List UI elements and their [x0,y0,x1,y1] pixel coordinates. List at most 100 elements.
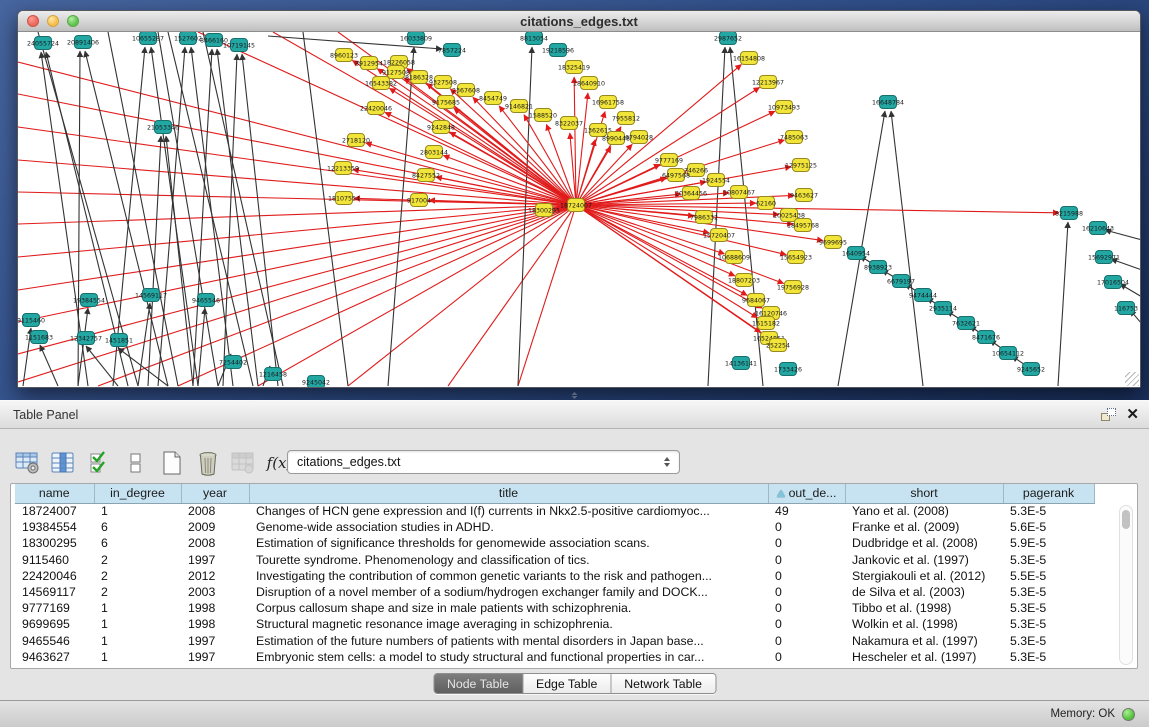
graph-node[interactable]: 12213967 [752,76,784,89]
graph-node[interactable]: 14569117 [135,289,167,302]
graph-node[interactable]: 15692971 [1088,251,1120,264]
graph-node[interactable]: 16210643 [1082,222,1114,235]
table-row[interactable]: 946554611997Estimation of the future num… [15,633,1094,649]
graph-node[interactable]: 9699695 [819,236,847,249]
graph-node[interactable]: 8938923 [864,261,892,274]
table-row[interactable]: 911546021997Tourette syndrome. Phenomeno… [15,552,1094,568]
graph-node[interactable]: 1527602 [174,32,202,45]
close-panel-icon[interactable]: ✕ [1126,407,1139,422]
graph-node[interactable]: 7857224 [438,44,466,57]
graph-node[interactable]: 22420046 [360,102,392,115]
graph-node[interactable]: 1640954 [842,247,870,260]
network-file-select[interactable]: citations_edges.txt [287,450,680,474]
table-row[interactable]: 1872400712008Changes of HCN gene express… [15,503,1094,519]
table-settings-icon[interactable] [14,450,41,477]
column-header-pagerank[interactable]: pagerank [1003,484,1094,503]
graph-node[interactable]: 15654923 [780,251,812,264]
graph-node[interactable]: 9146821 [505,100,533,113]
graph-node[interactable]: 1588520 [529,109,557,122]
column-header-name[interactable]: name [15,484,94,503]
graph-node[interactable]: 12213359 [327,162,359,175]
graph-node[interactable]: 18640910 [573,77,605,90]
row-height-icon[interactable] [122,450,149,477]
graph-node[interactable]: 7955812 [612,112,640,125]
table-row[interactable]: 969969511998Structural magnetic resonanc… [15,616,1094,632]
graph-node[interactable]: 8960123 [330,49,358,62]
panel-splitter-handle[interactable] [570,392,579,400]
graph-node[interactable]: 252254 [766,339,790,352]
graph-node[interactable]: 7485063 [780,131,808,144]
graph-node[interactable]: 8454749 [479,92,507,105]
graph-node[interactable]: 18107554 [328,192,360,205]
graph-node[interactable]: 1733426 [774,363,802,376]
graph-node[interactable]: 62160 [756,197,776,210]
table-row[interactable]: 1830029562008Estimation of significance … [15,535,1094,551]
window-titlebar[interactable]: citations_edges.txt [18,11,1140,32]
graph-node[interactable]: 1924554 [702,174,730,187]
new-table-icon[interactable] [158,450,185,477]
table-header-row[interactable]: namein_degreeyeartitleout_de...shortpage… [15,484,1094,503]
graph-node[interactable]: 8471676 [972,331,1000,344]
tab-node-table[interactable]: Node Table [434,674,523,693]
graph-node[interactable]: 8813054 [520,32,548,45]
graph-node[interactable]: 16033809 [400,32,432,45]
column-header-year[interactable]: year [181,484,249,503]
table-row[interactable]: 946362711997Embryonic stem cells: a mode… [15,649,1094,665]
graph-node[interactable]: 917004 [407,194,431,207]
float-panel-icon[interactable] [1101,408,1116,421]
graph-node[interactable]: 10688609 [718,251,750,264]
graph-node[interactable]: 116753 [1114,302,1138,315]
graph-node[interactable]: 16154808 [733,52,765,65]
graph-node[interactable]: 20891406 [67,36,99,49]
column-header-out_de[interactable]: out_de... [768,484,845,503]
table-row[interactable]: 2242004622012Investigating the contribut… [15,568,1094,584]
column-header-short[interactable]: short [845,484,1003,503]
graph-node[interactable]: 12975125 [785,159,817,172]
delete-table-icon[interactable] [194,450,221,477]
graph-node[interactable]: 9684067 [742,294,770,307]
table-row[interactable]: 1456911722003Disruption of a novel membe… [15,584,1094,600]
graph-node[interactable]: 9463627 [790,189,818,202]
graph-node[interactable]: 24055724 [27,37,59,50]
graph-node[interactable]: 8215988 [1055,207,1083,220]
table-scrollbar-thumb[interactable] [1122,510,1130,529]
show-columns-icon[interactable] [50,450,77,477]
graph-node[interactable]: 9465546 [192,294,220,307]
graph-node[interactable]: 10654112 [992,347,1024,360]
tab-edge-table[interactable]: Edge Table [523,674,611,693]
graph-node[interactable]: 18325419 [558,61,590,74]
graph-node[interactable]: 10655287 [132,32,164,45]
graph-node[interactable]: 12342757 [70,332,102,345]
graph-node[interactable]: 2935114 [929,302,957,315]
select-rows-check-icon[interactable] [86,450,113,477]
table-row[interactable]: 977716911998Corpus callosum shape and si… [15,600,1094,616]
graph-node[interactable]: 10973493 [768,101,800,114]
window-resize-grip[interactable] [1125,372,1139,386]
graph-node[interactable]: 8322037 [555,117,583,130]
graph-node[interactable]: 16648784 [872,96,904,109]
graph-node[interactable]: 8912954 [355,57,383,70]
graph-node[interactable]: 16961758 [592,96,624,109]
network-canvas-container[interactable]: 1872400718226058891295489601239127508818… [18,32,1140,387]
graph-node[interactable]: 15720407 [703,229,735,242]
graph-node[interactable]: 9245652 [1017,363,1045,376]
graph-node[interactable]: 14136141 [725,357,757,370]
graph-node[interactable]: 21053346 [147,121,179,134]
graph-node[interactable]: 2718120 [342,134,370,147]
graph-node[interactable]: 20364456 [675,187,707,200]
graph-node[interactable]: 2803144 [420,146,448,159]
graph-node[interactable]: 10807467 [723,186,755,199]
table-row[interactable]: 1938455462009Genome-wide association stu… [15,519,1094,535]
column-header-in_degree[interactable]: in_degree [94,484,181,503]
graph-node[interactable]: 1216458 [259,368,287,381]
graph-node[interactable]: 9245042 [302,376,330,388]
graph-node[interactable]: 7632621 [952,317,980,330]
graph-node[interactable]: 2987652 [714,32,742,45]
graph-node[interactable]: 9115460 [18,314,45,327]
graph-node[interactable]: 1451851 [105,334,133,347]
table-scrollbar[interactable] [1119,505,1133,665]
graph-node[interactable]: 19218596 [542,44,574,57]
column-header-title[interactable]: title [249,484,768,503]
tab-network-table[interactable]: Network Table [611,674,715,693]
graph-node[interactable]: 7254402 [219,356,247,369]
